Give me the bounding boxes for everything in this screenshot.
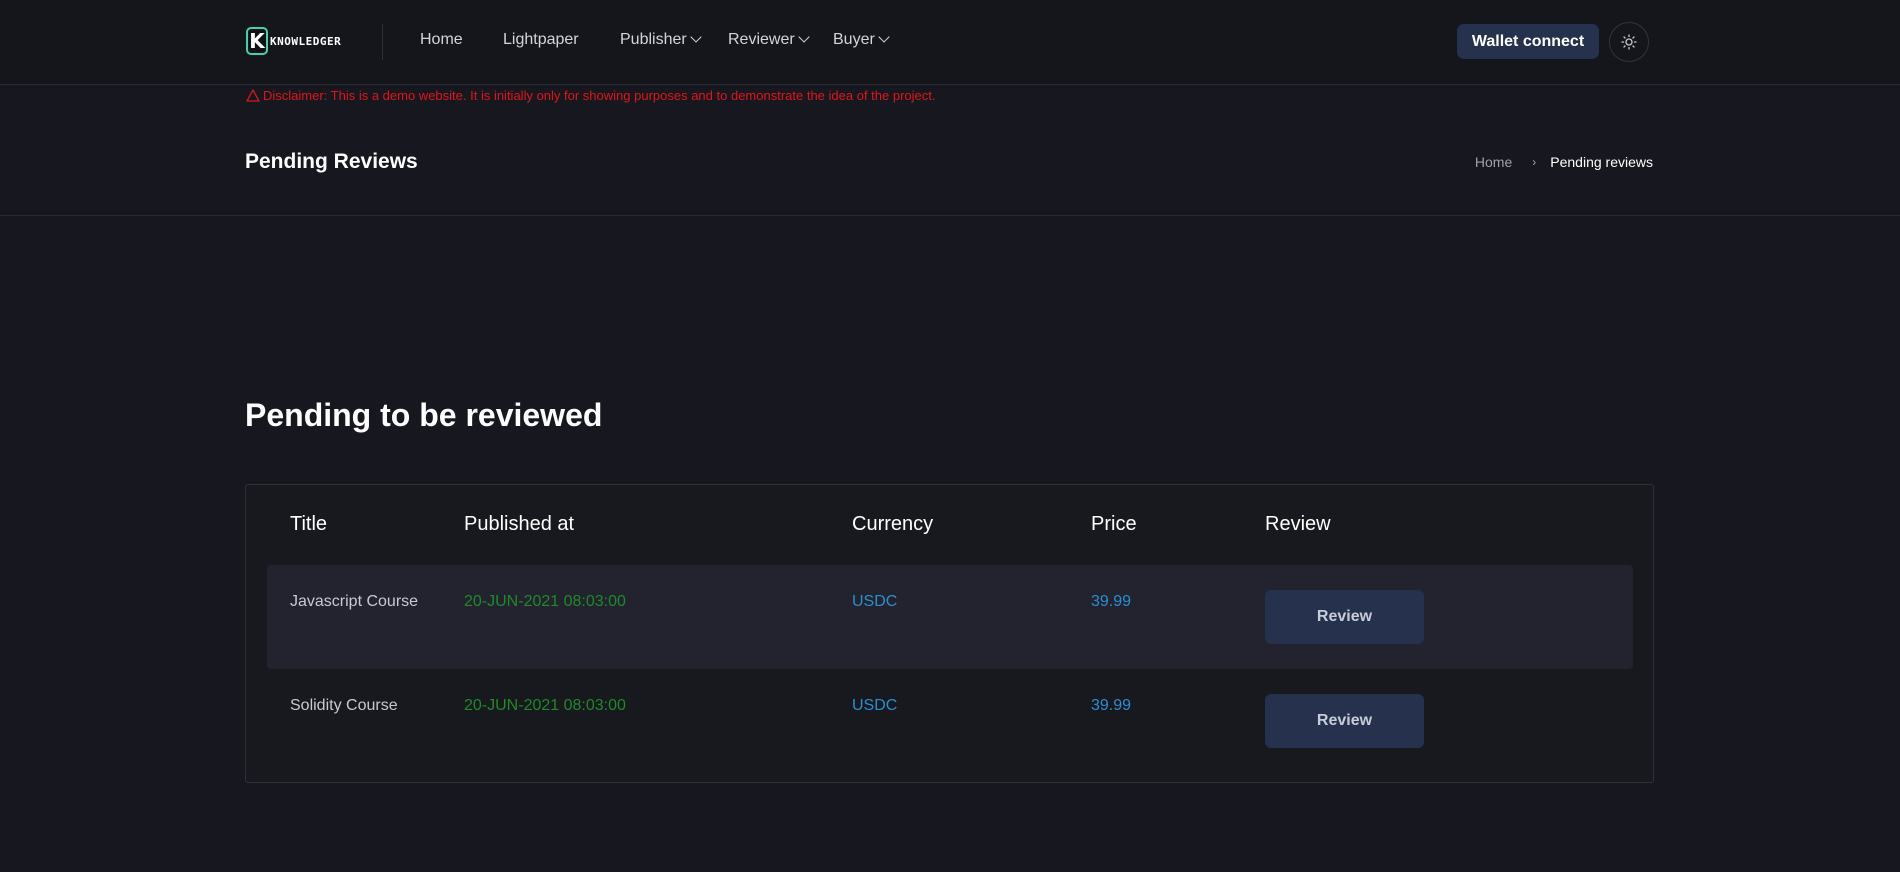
nav-lightpaper-label: Lightpaper: [503, 31, 579, 48]
chevron-down-icon: [798, 31, 810, 43]
row-price: 39.99: [1091, 593, 1132, 610]
nav-publisher-label: Publisher: [620, 31, 687, 48]
row-currency: USDC: [852, 593, 898, 610]
review-button[interactable]: Review: [1265, 590, 1424, 644]
sun-icon: [1621, 34, 1637, 50]
warning-icon: [246, 89, 260, 102]
nav-home-label: Home: [420, 31, 463, 48]
row-currency: USDC: [852, 697, 898, 714]
column-header-price: Price: [1091, 513, 1137, 535]
chevron-down-icon: [878, 31, 890, 43]
theme-toggle-button[interactable]: [1609, 22, 1649, 62]
column-header-currency: Currency: [852, 513, 934, 535]
review-button[interactable]: Review: [1265, 694, 1424, 748]
nav-divider: [382, 24, 383, 60]
nav-lightpaper[interactable]: Lightpaper: [503, 31, 579, 49]
column-header-title: Title: [290, 513, 328, 535]
row-published-at: 20-JUN-2021 08:03:00: [464, 593, 626, 610]
table-row: [267, 565, 1633, 669]
disclaimer-text: Disclaimer: This is a demo website. It i…: [263, 88, 936, 103]
row-title: Solidity Course: [290, 697, 398, 714]
column-header-published-at: Published at: [464, 513, 575, 535]
knowledger-logo[interactable]: K KNOWLEDGER: [246, 25, 341, 57]
page-title: Pending Reviews: [245, 150, 418, 173]
top-navbar: K KNOWLEDGER Home Lightpaper Publisher R…: [0, 0, 1900, 85]
wallet-connect-button[interactable]: Wallet connect: [1457, 24, 1599, 59]
chevron-right-icon: ›: [1532, 155, 1537, 169]
row-title: Javascript Course: [290, 593, 419, 610]
row-published-at: 20-JUN-2021 08:03:00: [464, 697, 626, 714]
row-price: 39.99: [1091, 697, 1132, 714]
nav-reviewer-label: Reviewer: [728, 31, 795, 48]
logo-text: KNOWLEDGER: [270, 34, 342, 48]
disclaimer-banner: Disclaimer: This is a demo website. It i…: [246, 88, 935, 103]
breadcrumb-home[interactable]: Home: [1475, 154, 1512, 170]
column-header-review: Review: [1265, 513, 1331, 535]
breadcrumb-current: Pending reviews: [1550, 154, 1653, 170]
logo-mark: K: [246, 27, 268, 55]
nav-buyer-dropdown[interactable]: Buyer: [833, 31, 890, 49]
breadcrumb: Home › Pending reviews: [1475, 154, 1653, 170]
nav-home[interactable]: Home: [420, 31, 463, 49]
nav-reviewer-dropdown[interactable]: Reviewer: [728, 31, 810, 49]
nav-buyer-label: Buyer: [833, 31, 875, 48]
nav-publisher-dropdown[interactable]: Publisher: [620, 31, 702, 49]
chevron-down-icon: [690, 31, 702, 43]
section-title: Pending to be reviewed: [245, 397, 603, 433]
